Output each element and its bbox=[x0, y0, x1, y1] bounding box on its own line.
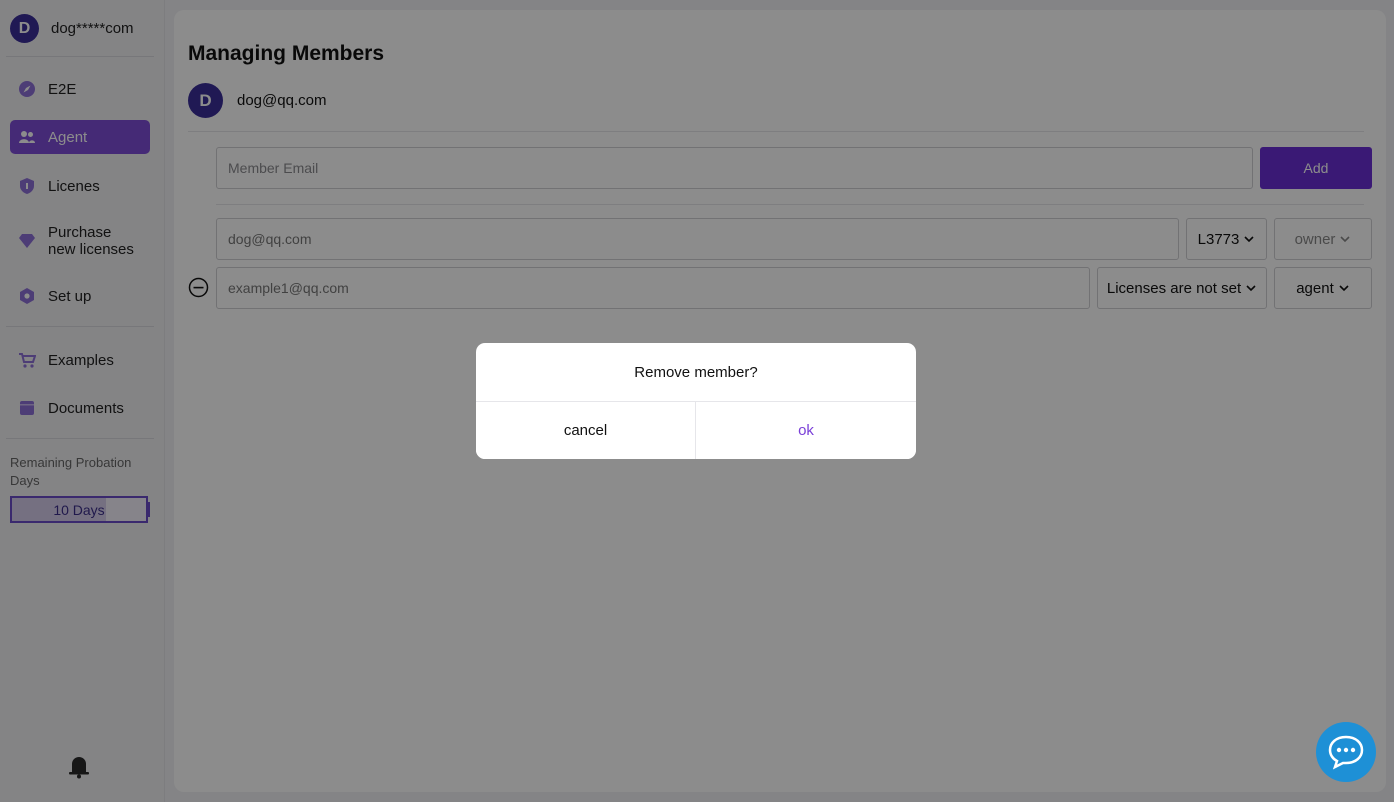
ok-button[interactable]: ok bbox=[696, 402, 916, 459]
remove-member-dialog: Remove member? cancel ok bbox=[476, 343, 916, 459]
chat-icon bbox=[1328, 735, 1364, 770]
chat-button[interactable] bbox=[1316, 722, 1376, 782]
dialog-title: Remove member? bbox=[476, 343, 916, 402]
cancel-button[interactable]: cancel bbox=[476, 402, 696, 459]
